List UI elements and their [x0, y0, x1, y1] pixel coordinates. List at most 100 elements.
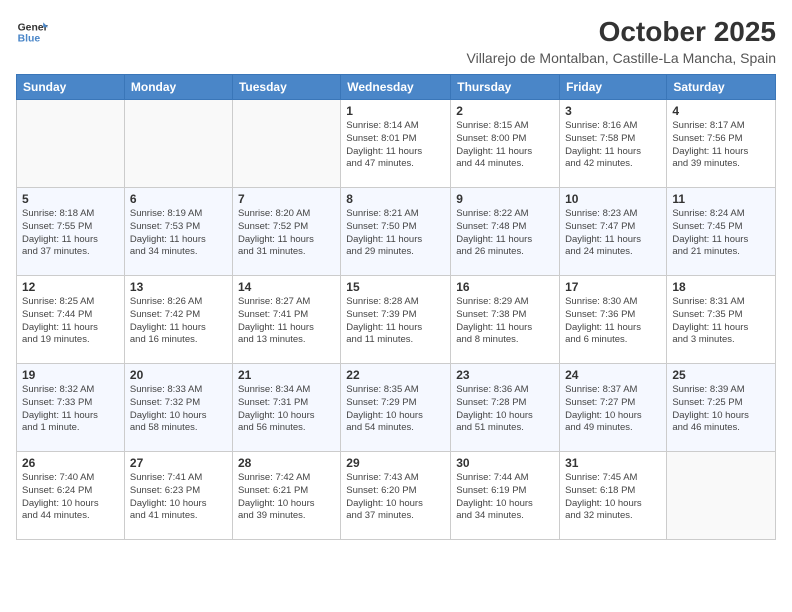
calendar-cell: 22 Sunrise: 8:35 AM Sunset: 7:29 PM Dayli…: [341, 364, 451, 452]
location-subtitle: Villarejo de Montalban, Castille-La Manc…: [467, 50, 776, 66]
calendar-cell: 17 Sunrise: 8:30 AM Sunset: 7:36 PM Dayli…: [560, 276, 667, 364]
day-info: Sunrise: 8:26 AM Sunset: 7:42 PM Dayligh…: [130, 296, 227, 347]
day-info: Sunrise: 7:40 AM Sunset: 6:24 PM Dayligh…: [22, 472, 119, 523]
day-info: Sunrise: 8:22 AM Sunset: 7:48 PM Dayligh…: [456, 208, 554, 259]
calendar-cell: 26 Sunrise: 7:40 AM Sunset: 6:24 PM Dayli…: [17, 452, 125, 540]
calendar-cell: [17, 100, 125, 188]
day-number: 13: [130, 280, 227, 294]
day-info: Sunrise: 8:18 AM Sunset: 7:55 PM Dayligh…: [22, 208, 119, 259]
day-info: Sunrise: 8:21 AM Sunset: 7:50 PM Dayligh…: [346, 208, 445, 259]
day-number: 14: [238, 280, 335, 294]
calendar-cell: 6 Sunrise: 8:19 AM Sunset: 7:53 PM Daylig…: [124, 188, 232, 276]
day-info: Sunrise: 8:14 AM Sunset: 8:01 PM Dayligh…: [346, 120, 445, 171]
month-title: October 2025: [467, 16, 776, 48]
calendar-cell: 28Sunrise: 7:42 AM Sunset: 6:21 PM Dayli…: [232, 452, 340, 540]
day-info: Sunrise: 8:17 AM Sunset: 7:56 PM Dayligh…: [672, 120, 770, 171]
calendar-cell: 24 Sunrise: 8:37 AM Sunset: 7:27 PM Dayli…: [560, 364, 667, 452]
calendar-cell: 19 Sunrise: 8:32 AM Sunset: 7:33 PM Dayli…: [17, 364, 125, 452]
day-header-wednesday: Wednesday: [341, 75, 451, 100]
day-info: Sunrise: 7:44 AM Sunset: 6:19 PM Dayligh…: [456, 472, 554, 523]
day-number: 25: [672, 368, 770, 382]
calendar-cell: 29 Sunrise: 7:43 AM Sunset: 6:20 PM Dayli…: [341, 452, 451, 540]
day-number: 29: [346, 456, 445, 470]
day-header-saturday: Saturday: [667, 75, 776, 100]
calendar-cell: 31 Sunrise: 7:45 AM Sunset: 6:18 PM Dayli…: [560, 452, 667, 540]
day-number: 23: [456, 368, 554, 382]
day-info: Sunrise: 8:31 AM Sunset: 7:35 PM Dayligh…: [672, 296, 770, 347]
day-header-friday: Friday: [560, 75, 667, 100]
day-number: 18: [672, 280, 770, 294]
calendar-cell: 2Sunrise: 8:15 AM Sunset: 8:00 PM Daylig…: [451, 100, 560, 188]
calendar-cell: 11 Sunrise: 8:24 AM Sunset: 7:45 PM Dayli…: [667, 188, 776, 276]
day-info: Sunrise: 8:24 AM Sunset: 7:45 PM Dayligh…: [672, 208, 770, 259]
day-info: Sunrise: 8:16 AM Sunset: 7:58 PM Dayligh…: [565, 120, 661, 171]
day-info: Sunrise: 8:30 AM Sunset: 7:36 PM Dayligh…: [565, 296, 661, 347]
day-info: Sunrise: 7:42 AM Sunset: 6:21 PM Dayligh…: [238, 472, 335, 523]
day-header-monday: Monday: [124, 75, 232, 100]
day-info: Sunrise: 8:39 AM Sunset: 7:25 PM Dayligh…: [672, 384, 770, 435]
day-number: 27: [130, 456, 227, 470]
day-info: Sunrise: 8:20 AM Sunset: 7:52 PM Dayligh…: [238, 208, 335, 259]
day-header-sunday: Sunday: [17, 75, 125, 100]
day-info: Sunrise: 7:45 AM Sunset: 6:18 PM Dayligh…: [565, 472, 661, 523]
day-info: Sunrise: 7:41 AM Sunset: 6:23 PM Dayligh…: [130, 472, 227, 523]
day-number: 16: [456, 280, 554, 294]
calendar-cell: 12Sunrise: 8:25 AM Sunset: 7:44 PM Dayli…: [17, 276, 125, 364]
calendar-cell: 20Sunrise: 8:33 AM Sunset: 7:32 PM Dayli…: [124, 364, 232, 452]
day-info: Sunrise: 8:25 AM Sunset: 7:44 PM Dayligh…: [22, 296, 119, 347]
day-info: Sunrise: 8:32 AM Sunset: 7:33 PM Dayligh…: [22, 384, 119, 435]
calendar-cell: 16 Sunrise: 8:29 AM Sunset: 7:38 PM Dayli…: [451, 276, 560, 364]
calendar-cell: 23 Sunrise: 8:36 AM Sunset: 7:28 PM Dayli…: [451, 364, 560, 452]
day-info: Sunrise: 8:23 AM Sunset: 7:47 PM Dayligh…: [565, 208, 661, 259]
day-number: 10: [565, 192, 661, 206]
week-row-3: 12Sunrise: 8:25 AM Sunset: 7:44 PM Dayli…: [17, 276, 776, 364]
day-header-row: SundayMondayTuesdayWednesdayThursdayFrid…: [17, 75, 776, 100]
day-info: Sunrise: 8:34 AM Sunset: 7:31 PM Dayligh…: [238, 384, 335, 435]
calendar-cell: 1 Sunrise: 8:14 AM Sunset: 8:01 PM Daylig…: [341, 100, 451, 188]
day-number: 7: [238, 192, 335, 206]
calendar-cell: 15 Sunrise: 8:28 AM Sunset: 7:39 PM Dayli…: [341, 276, 451, 364]
calendar-cell: 5 Sunrise: 8:18 AM Sunset: 7:55 PM Daylig…: [17, 188, 125, 276]
week-row-5: 26 Sunrise: 7:40 AM Sunset: 6:24 PM Dayli…: [17, 452, 776, 540]
day-number: 24: [565, 368, 661, 382]
day-number: 3: [565, 104, 661, 118]
day-number: 5: [22, 192, 119, 206]
calendar-cell: 7 Sunrise: 8:20 AM Sunset: 7:52 PM Daylig…: [232, 188, 340, 276]
title-block: October 2025 Villarejo de Montalban, Cas…: [467, 16, 776, 66]
day-info: Sunrise: 8:19 AM Sunset: 7:53 PM Dayligh…: [130, 208, 227, 259]
calendar-cell: 25 Sunrise: 8:39 AM Sunset: 7:25 PM Dayli…: [667, 364, 776, 452]
day-number: 8: [346, 192, 445, 206]
day-number: 22: [346, 368, 445, 382]
day-info: Sunrise: 8:28 AM Sunset: 7:39 PM Dayligh…: [346, 296, 445, 347]
calendar-cell: 30 Sunrise: 7:44 AM Sunset: 6:19 PM Dayli…: [451, 452, 560, 540]
day-info: Sunrise: 7:43 AM Sunset: 6:20 PM Dayligh…: [346, 472, 445, 523]
calendar-cell: [667, 452, 776, 540]
day-number: 11: [672, 192, 770, 206]
day-number: 31: [565, 456, 661, 470]
day-info: Sunrise: 8:27 AM Sunset: 7:41 PM Dayligh…: [238, 296, 335, 347]
day-info: Sunrise: 8:37 AM Sunset: 7:27 PM Dayligh…: [565, 384, 661, 435]
day-number: 30: [456, 456, 554, 470]
day-number: 4: [672, 104, 770, 118]
week-row-4: 19 Sunrise: 8:32 AM Sunset: 7:33 PM Dayli…: [17, 364, 776, 452]
day-number: 26: [22, 456, 119, 470]
day-number: 1: [346, 104, 445, 118]
page-header: General Blue October 2025 Villarejo de M…: [16, 16, 776, 66]
calendar-cell: 27 Sunrise: 7:41 AM Sunset: 6:23 PM Dayli…: [124, 452, 232, 540]
day-number: 21: [238, 368, 335, 382]
calendar-cell: 8 Sunrise: 8:21 AM Sunset: 7:50 PM Daylig…: [341, 188, 451, 276]
day-number: 20: [130, 368, 227, 382]
day-info: Sunrise: 8:36 AM Sunset: 7:28 PM Dayligh…: [456, 384, 554, 435]
day-number: 15: [346, 280, 445, 294]
day-header-tuesday: Tuesday: [232, 75, 340, 100]
day-info: Sunrise: 8:35 AM Sunset: 7:29 PM Dayligh…: [346, 384, 445, 435]
svg-text:Blue: Blue: [18, 34, 41, 45]
day-number: 19: [22, 368, 119, 382]
day-number: 17: [565, 280, 661, 294]
day-info: Sunrise: 8:29 AM Sunset: 7:38 PM Dayligh…: [456, 296, 554, 347]
day-number: 6: [130, 192, 227, 206]
day-number: 2: [456, 104, 554, 118]
logo-icon: General Blue: [16, 16, 48, 48]
day-header-thursday: Thursday: [451, 75, 560, 100]
calendar-cell: 3 Sunrise: 8:16 AM Sunset: 7:58 PM Daylig…: [560, 100, 667, 188]
